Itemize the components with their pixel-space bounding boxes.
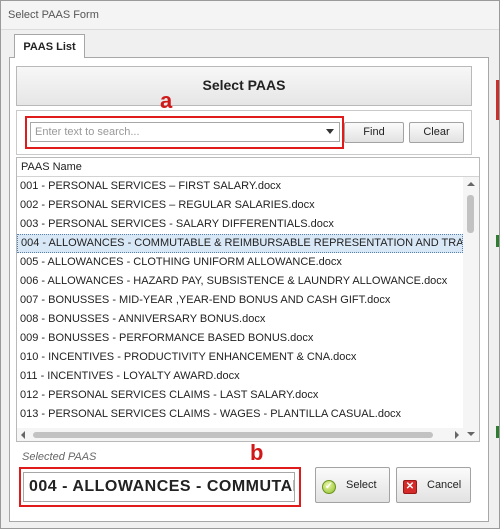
list-item[interactable]: 012 - PERSONAL SERVICES CLAIMS - LAST SA… (17, 386, 463, 405)
scroll-thumb-horizontal[interactable] (33, 432, 433, 438)
list-item[interactable]: 001 - PERSONAL SERVICES – FIRST SALARY.d… (17, 177, 463, 196)
horizontal-scrollbar[interactable] (17, 428, 463, 441)
tab-paas-list[interactable]: PAAS List (14, 34, 85, 58)
scroll-up-icon[interactable] (467, 182, 475, 186)
close-icon: ✕ (403, 480, 417, 494)
cancel-button[interactable]: ✕ Cancel (396, 467, 471, 503)
list-item[interactable]: 008 - BONUSSES - ANNIVERSARY BONUS.docx (17, 310, 463, 329)
list-item[interactable]: 005 - ALLOWANCES - CLOTHING UNIFORM ALLO… (17, 253, 463, 272)
list-item[interactable]: 002 - PERSONAL SERVICES – REGULAR SALARI… (17, 196, 463, 215)
scroll-left-icon[interactable] (21, 431, 25, 439)
list-item[interactable]: 004 - ALLOWANCES - COMMUTABLE & REIMBURS… (17, 234, 463, 253)
list-item[interactable]: 011 - INCENTIVES - LOYALTY AWARD.docx (17, 367, 463, 386)
list-item[interactable]: 013 - PERSONAL SERVICES CLAIMS - WAGES -… (17, 405, 463, 424)
annotation-box-b (19, 467, 301, 507)
select-button[interactable]: ✓ Select (315, 467, 390, 503)
cancel-button-label: Cancel (427, 479, 462, 491)
callout-b: b (250, 440, 264, 465)
column-header[interactable]: PAAS Name (17, 158, 479, 177)
list-item[interactable]: 003 - PERSONAL SERVICES - SALARY DIFFERE… (17, 215, 463, 234)
list-rows: 001 - PERSONAL SERVICES – FIRST SALARY.d… (17, 177, 463, 441)
paas-list: PAAS Name 001 - PERSONAL SERVICES – FIRS… (16, 157, 480, 442)
window-title: Select PAAS Form (8, 9, 99, 21)
list-item[interactable]: 007 - BONUSSES - MID-YEAR ,YEAR-END BONU… (17, 291, 463, 310)
scroll-down-icon[interactable] (467, 432, 475, 436)
vertical-scrollbar[interactable] (463, 177, 479, 441)
list-item[interactable]: 009 - BONUSSES - PERFORMANCE BASED BONUS… (17, 329, 463, 348)
background-window-edge (496, 426, 499, 438)
scroll-right-icon[interactable] (455, 431, 459, 439)
list-item[interactable]: 006 - ALLOWANCES - HAZARD PAY, SUBSISTEN… (17, 272, 463, 291)
scroll-thumb[interactable] (467, 195, 474, 233)
select-button-label: Select (346, 479, 377, 491)
column-header-label: PAAS Name (21, 161, 82, 173)
find-button[interactable]: Find (344, 122, 404, 143)
title-bar: Select PAAS Form (1, 1, 499, 30)
check-icon: ✓ (322, 480, 336, 494)
selected-paas-label: Selected PAAS (22, 451, 97, 463)
callout-a: a (160, 88, 173, 113)
page-title: Select PAAS (202, 77, 286, 93)
annotation-box-a (25, 116, 344, 149)
list-item[interactable]: 010 - INCENTIVES - PRODUCTIVITY ENHANCEM… (17, 348, 463, 367)
background-window-edge (496, 80, 499, 120)
background-window-edge (496, 235, 499, 247)
clear-button[interactable]: Clear (409, 122, 464, 143)
page-header: Select PAAS (16, 66, 472, 106)
